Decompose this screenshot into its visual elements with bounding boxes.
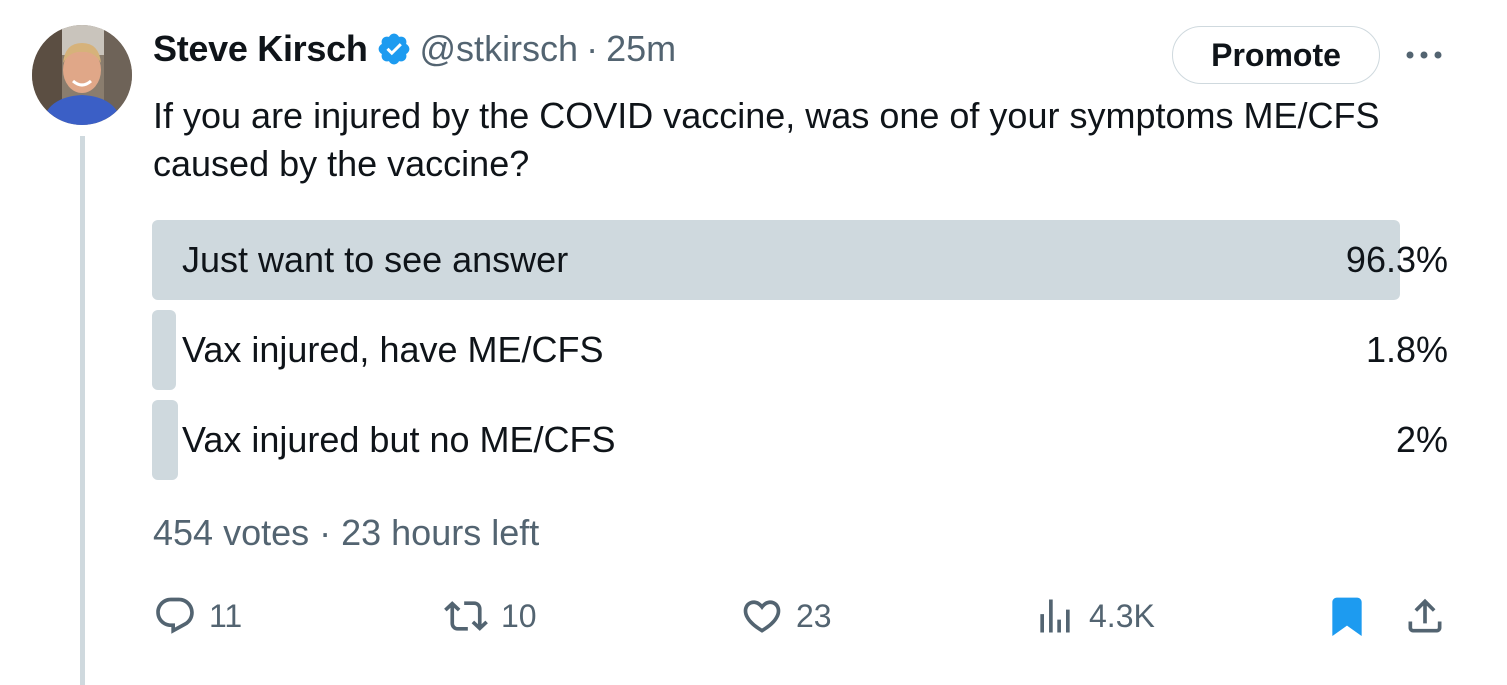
author-name[interactable]: Steve Kirsch <box>153 28 368 70</box>
poll: Just want to see answer 96.3% Vax injure… <box>152 220 1448 490</box>
views-count: 4.3K <box>1089 597 1155 634</box>
header-separator: · <box>586 28 599 69</box>
tweet-timestamp[interactable]: 25m <box>606 28 676 70</box>
poll-option-percent: 96.3% <box>1345 239 1448 280</box>
retweet-icon <box>443 594 489 638</box>
more-dots-icon[interactable] <box>1402 37 1446 73</box>
poll-option-percent: 1.8% <box>1365 329 1448 370</box>
poll-option: Just want to see answer 96.3% <box>152 220 1448 300</box>
promote-button[interactable]: Promote <box>1172 26 1380 84</box>
poll-option-label: Vax injured, have ME/CFS <box>182 329 604 370</box>
poll-option: Vax injured, have ME/CFS 1.8% <box>152 310 1448 390</box>
author-handle[interactable]: @stkirsch <box>420 28 579 70</box>
avatar[interactable] <box>32 25 132 125</box>
reply-count: 11 <box>209 597 243 634</box>
avatar-image <box>32 25 132 125</box>
share-button[interactable] <box>1403 592 1447 640</box>
verified-badge-icon[interactable] <box>376 31 412 67</box>
views-button[interactable]: 4.3K <box>1033 592 1155 640</box>
share-icon <box>1403 594 1447 638</box>
tweet-text: If you are injured by the COVID vaccine,… <box>153 95 1380 184</box>
poll-option-label: Just want to see answer <box>182 239 569 280</box>
poll-bar <box>152 400 178 480</box>
poll-option: Vax injured but no ME/CFS 2% <box>152 400 1448 480</box>
thread-line <box>80 136 85 685</box>
tweet: Steve Kirsch @stkirsch · 25m Promote If … <box>0 0 1507 685</box>
bookmark-icon <box>1325 594 1369 638</box>
poll-option-label: Vax injured but no ME/CFS <box>182 419 616 460</box>
views-chart-icon <box>1033 594 1077 638</box>
poll-meta: 454 votes · 23 hours left <box>153 512 540 553</box>
reply-button[interactable]: 11 <box>153 592 242 640</box>
retweet-button[interactable]: 10 <box>443 592 537 640</box>
action-bar: 11 10 23 4.3K <box>153 592 1453 640</box>
poll-option-percent: 2% <box>1395 419 1448 460</box>
like-button[interactable]: 23 <box>740 592 832 640</box>
retweet-count: 10 <box>501 597 537 634</box>
tweet-header: Steve Kirsch @stkirsch · 25m <box>153 26 676 72</box>
reply-icon <box>153 594 197 638</box>
heart-icon <box>740 594 784 638</box>
like-count: 23 <box>796 597 832 634</box>
bookmark-button[interactable] <box>1325 592 1369 640</box>
poll-bar <box>152 310 176 390</box>
